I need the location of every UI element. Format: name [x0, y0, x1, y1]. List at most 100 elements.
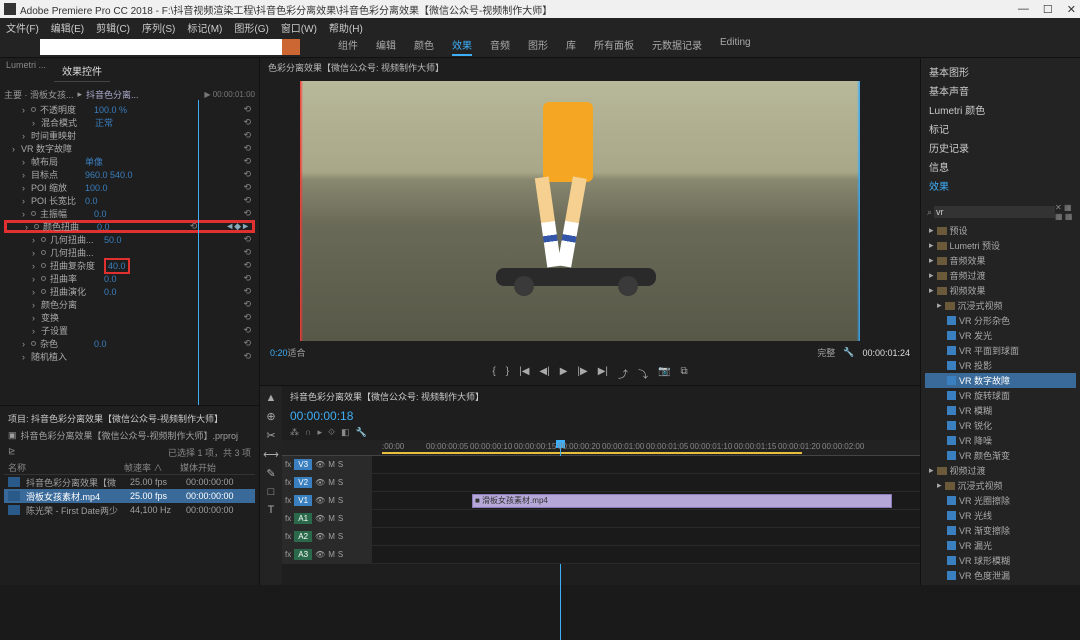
prop-颜色分离[interactable]: ›颜色分离⟲	[4, 298, 255, 311]
menu-图形(G)[interactable]: 图形(G)	[234, 20, 268, 35]
step-back-button[interactable]: ◀|	[539, 366, 549, 381]
program-tc-right[interactable]: 00:00:01:24	[862, 348, 910, 358]
fx-VR 锐化[interactable]: VR 锐化	[925, 418, 1076, 433]
timeline-timecode[interactable]: 00:00:00:18	[282, 407, 920, 425]
maximize-button[interactable]: ☐	[1043, 3, 1053, 16]
workspace-颜色[interactable]: 颜色	[414, 37, 434, 56]
menu-窗口(W)[interactable]: 窗口(W)	[281, 20, 317, 35]
panel-基本图形[interactable]: 基本图形	[929, 62, 1072, 81]
prop-子设置[interactable]: ›子设置⟲	[4, 324, 255, 337]
work-area-bar[interactable]	[382, 452, 802, 454]
panel-标记[interactable]: 标记	[929, 119, 1072, 138]
wrench-icon[interactable]: 🔧	[843, 347, 854, 358]
tool-button[interactable]: ⊕	[266, 410, 275, 423]
menu-标记(M)[interactable]: 标记(M)	[187, 20, 222, 35]
fx-VR 颜色渐变[interactable]: VR 颜色渐变	[925, 448, 1076, 463]
compare-button[interactable]: ⧉	[680, 366, 687, 381]
prop-扭曲率[interactable]: ›扭曲率0.0⟲	[4, 272, 255, 285]
prop-杂色[interactable]: ›杂色0.0⟲	[4, 337, 255, 350]
sequence-clip-label[interactable]: 抖音色分离...	[86, 88, 139, 101]
fx-视频过渡[interactable]: ▸视频过渡	[925, 463, 1076, 478]
fx-VR 模糊[interactable]: VR 模糊	[925, 403, 1076, 418]
prop-颜色扭曲[interactable]: ›颜色扭曲0.0⟲◄◆►	[4, 220, 255, 233]
prop-目标点[interactable]: ›目标点960.0 540.0⟲	[4, 168, 255, 181]
step-fwd-button[interactable]: |▶	[577, 366, 587, 381]
play-button[interactable]: ▶	[560, 366, 568, 381]
resolution-dropdown[interactable]: 完整	[817, 346, 835, 359]
project-item[interactable]: 滑板女孩素材.mp425.00 fps00:00:00:00	[4, 489, 255, 503]
fx-VR 光线[interactable]: VR 光线	[925, 508, 1076, 523]
mark-in-button[interactable]: {	[492, 366, 495, 381]
prop-时间重映射[interactable]: ›时间重映射⟲	[4, 129, 255, 142]
tool-button[interactable]: T	[268, 504, 275, 516]
track-head-A1[interactable]: fxA1👁MS	[282, 510, 372, 527]
sequence-name[interactable]: 抖音色彩分离效果【微信公众号: 视频制作大师】	[282, 386, 920, 407]
ec-playhead[interactable]	[198, 100, 199, 405]
track-head-V2[interactable]: fxV2👁MS	[282, 474, 372, 491]
prop-变换[interactable]: ›变换⟲	[4, 311, 255, 324]
lumetri-tab[interactable]: Lumetri ...	[6, 60, 46, 82]
clear-search-button[interactable]: ✕ ▦ ▦ ▦	[1055, 203, 1074, 221]
menu-序列(S)[interactable]: 序列(S)	[142, 20, 175, 35]
workspace-图形[interactable]: 图形	[528, 37, 548, 56]
fx-VR 球形模糊[interactable]: VR 球形模糊	[925, 553, 1076, 568]
menu-文件(F)[interactable]: 文件(F)	[6, 20, 39, 35]
fx-音频效果[interactable]: ▸音频效果	[925, 253, 1076, 268]
menu-编辑(E)[interactable]: 编辑(E)	[51, 20, 84, 35]
prop-几何扭曲...[interactable]: ›几何扭曲...50.0⟲	[4, 233, 255, 246]
fx-VR 渐变擦除[interactable]: VR 渐变擦除	[925, 523, 1076, 538]
extract-button[interactable]: ⤵	[638, 366, 648, 381]
fx-音频过渡[interactable]: ▸音频过渡	[925, 268, 1076, 283]
video-frame[interactable]	[300, 81, 860, 341]
export-frame-button[interactable]: 📷	[658, 366, 670, 381]
close-button[interactable]: ✕	[1067, 3, 1076, 16]
prop-混合模式[interactable]: ›混合模式正常⟲	[4, 116, 255, 129]
fx-VR 分形杂色[interactable]: VR 分形杂色	[925, 313, 1076, 328]
tool-button[interactable]: ⟷	[263, 448, 279, 461]
fit-dropdown[interactable]: 适合	[288, 346, 306, 359]
track-head-V3[interactable]: fxV3👁MS	[282, 456, 372, 473]
filter-icon[interactable]: ⊵	[8, 446, 16, 459]
prop-帧布局[interactable]: ›帧布局单像⟲	[4, 155, 255, 168]
fx-VR 漏光[interactable]: VR 漏光	[925, 538, 1076, 553]
panel-基本声音[interactable]: 基本声音	[929, 81, 1072, 100]
video-clip[interactable]: ■ 滑板女孩素材.mp4	[472, 494, 892, 508]
timeline-ruler[interactable]: ↖ :00:0000:00:00:0500:00:00:1000:00:00:1…	[282, 440, 920, 456]
track-head-A3[interactable]: fxA3👁MS	[282, 546, 372, 563]
prop-扭曲演化[interactable]: ›扭曲演化0.0⟲	[4, 285, 255, 298]
tool-button[interactable]: ✎	[266, 467, 275, 480]
menu-帮助(H)[interactable]: 帮助(H)	[329, 20, 363, 35]
fx-VR 投影[interactable]: VR 投影	[925, 358, 1076, 373]
workspace-库[interactable]: 库	[566, 37, 576, 56]
prop-不透明度[interactable]: ›不透明度100.0 %⟲	[4, 103, 255, 116]
menu-剪辑(C)[interactable]: 剪辑(C)	[96, 20, 130, 35]
track-head-A2[interactable]: fxA2👁MS	[282, 528, 372, 545]
effect-controls-tab[interactable]: 效果控件	[54, 60, 110, 82]
fx-视频效果[interactable]: ▸视频效果	[925, 283, 1076, 298]
project-item[interactable]: 陈光荣 - First Date两少44,100 Hz00:00:00:00	[4, 503, 255, 517]
workspace-组件[interactable]: 组件	[338, 37, 358, 56]
prop-POI 长宽比[interactable]: ›POI 长宽比0.0⟲	[4, 194, 255, 207]
tool-button[interactable]: □	[268, 486, 275, 498]
tool-button[interactable]: ▲	[266, 392, 277, 404]
workspace-元数据记录[interactable]: 元数据记录	[652, 37, 702, 56]
panel-信息[interactable]: 信息	[929, 157, 1072, 176]
effects-search[interactable]	[934, 206, 1055, 218]
workspace-所有面板[interactable]: 所有面板	[594, 37, 634, 56]
workspace-Editing[interactable]: Editing	[720, 37, 751, 56]
panel-历史记录[interactable]: 历史记录	[929, 138, 1072, 157]
fx-VR 发光[interactable]: VR 发光	[925, 328, 1076, 343]
mark-out-button[interactable]: }	[506, 366, 509, 381]
fx-Lumetri 预设[interactable]: ▸Lumetri 预设	[925, 238, 1076, 253]
workspace-效果[interactable]: 效果	[452, 37, 472, 56]
track-head-V1[interactable]: fxV1👁MS	[282, 492, 372, 509]
prop-随机植入[interactable]: ›随机植入⟲	[4, 350, 255, 363]
search-box[interactable]	[40, 39, 300, 55]
fx-VR 平面到球面[interactable]: VR 平面到球面	[925, 343, 1076, 358]
minimize-button[interactable]: —	[1018, 3, 1029, 16]
prop-主振幅[interactable]: ›主振幅0.0⟲	[4, 207, 255, 220]
lift-button[interactable]: ⤴	[618, 366, 628, 381]
tool-button[interactable]: ✂	[266, 429, 275, 442]
go-out-button[interactable]: ▶|	[598, 366, 608, 381]
prop-扭曲复杂度[interactable]: ›扭曲复杂度40.0⟲	[4, 259, 255, 272]
